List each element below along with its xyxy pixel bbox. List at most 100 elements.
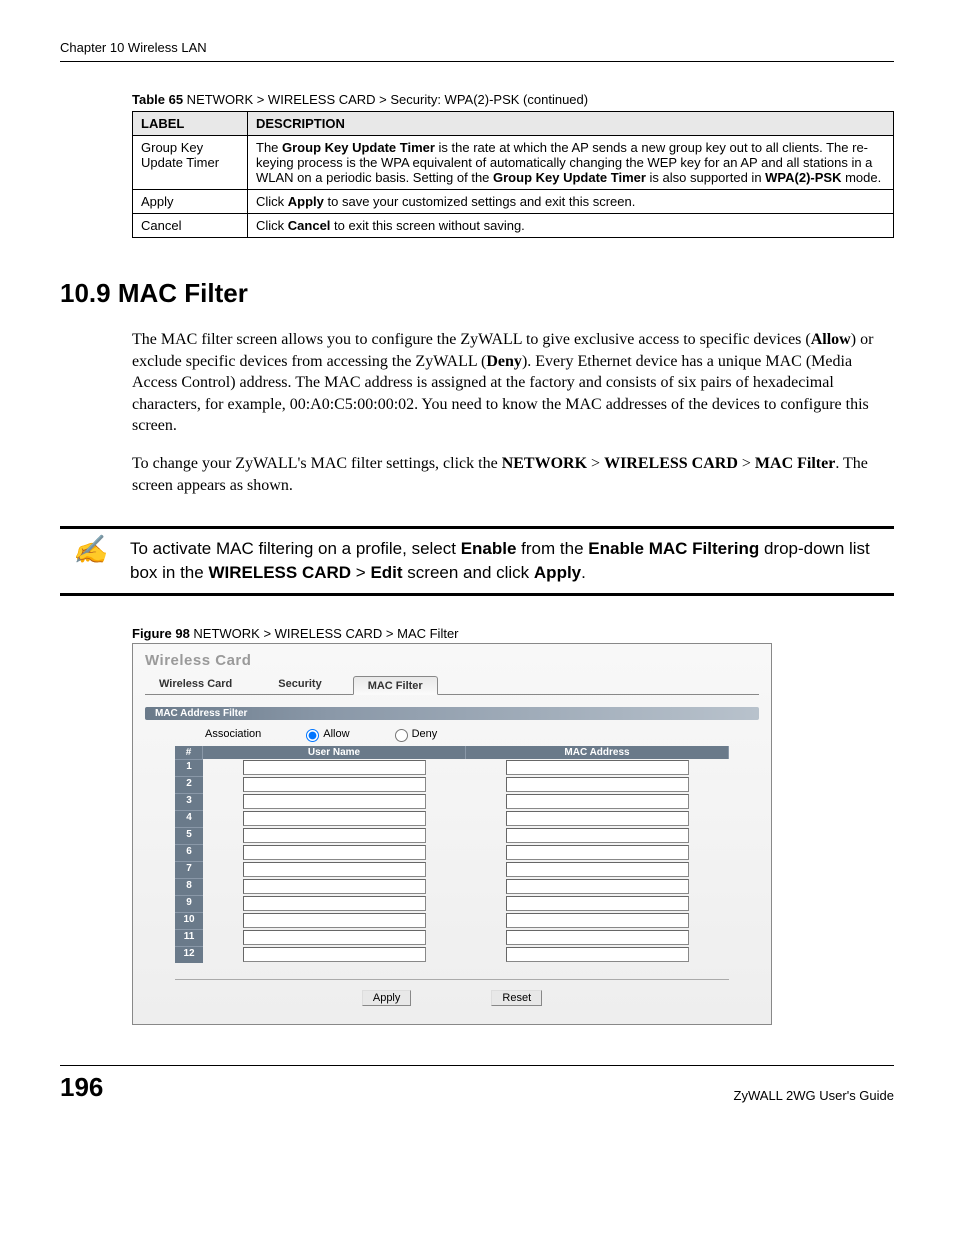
mac-filter-screenshot: Wireless Card Wireless Card Security MAC… bbox=[132, 643, 772, 1025]
mac-input[interactable] bbox=[506, 845, 689, 860]
text: to exit this screen without saving. bbox=[330, 218, 524, 233]
text: The MAC filter screen allows you to conf… bbox=[132, 331, 811, 348]
radio-deny-label: Deny bbox=[412, 728, 438, 740]
grid-header-mac: MAC Address bbox=[466, 746, 729, 759]
text: mode. bbox=[841, 170, 881, 185]
text-bold: WPA(2)-PSK bbox=[765, 170, 841, 185]
mac-input[interactable] bbox=[506, 913, 689, 928]
row-number: 10 bbox=[175, 912, 203, 929]
table-caption: Table 65 NETWORK > WIRELESS CARD > Secur… bbox=[132, 92, 894, 107]
text-bold: Cancel bbox=[288, 218, 331, 233]
table-row: Apply Click Apply to save your customize… bbox=[133, 190, 894, 214]
settings-table: LABEL DESCRIPTION Group Key Update Timer… bbox=[132, 111, 894, 238]
guide-name: ZyWALL 2WG User's Guide bbox=[734, 1088, 894, 1103]
username-input[interactable] bbox=[243, 828, 426, 843]
text-bold: MAC Filter bbox=[755, 455, 835, 472]
text: > bbox=[351, 563, 370, 582]
radio-deny[interactable]: Deny bbox=[390, 726, 438, 742]
note-bar-bottom bbox=[60, 593, 894, 596]
mac-input[interactable] bbox=[506, 828, 689, 843]
table-header-description: DESCRIPTION bbox=[248, 112, 894, 136]
username-input[interactable] bbox=[243, 794, 426, 809]
text-bold: Apply bbox=[288, 194, 324, 209]
tab-security[interactable]: Security bbox=[264, 675, 335, 694]
page-number: 196 bbox=[60, 1072, 103, 1103]
note-block: ✍ To activate MAC filtering on a profile… bbox=[60, 526, 894, 596]
section-bar-mac-address-filter: MAC Address Filter bbox=[145, 707, 759, 720]
tab-mac-filter[interactable]: MAC Filter bbox=[353, 676, 438, 695]
body-paragraph: The MAC filter screen allows you to conf… bbox=[132, 329, 894, 437]
grid-header-num: # bbox=[175, 746, 203, 759]
note-icon: ✍ bbox=[60, 537, 120, 585]
mac-input[interactable] bbox=[506, 896, 689, 911]
username-input[interactable] bbox=[243, 930, 426, 945]
text-bold: Enable MAC Filtering bbox=[588, 539, 759, 558]
tab-bar: Wireless Card Security MAC Filter bbox=[145, 675, 759, 694]
table-cell-label: Cancel bbox=[133, 214, 248, 238]
username-input[interactable] bbox=[243, 760, 426, 775]
divider bbox=[175, 979, 729, 980]
username-input[interactable] bbox=[243, 811, 426, 826]
radio-deny-input[interactable] bbox=[395, 729, 408, 742]
text-bold: Edit bbox=[370, 563, 402, 582]
association-row: Association Allow Deny bbox=[145, 720, 759, 746]
text-bold: Group Key Update Timer bbox=[493, 170, 646, 185]
mac-input[interactable] bbox=[506, 879, 689, 894]
mac-input[interactable] bbox=[506, 947, 689, 962]
chapter-header: Chapter 10 Wireless LAN bbox=[60, 40, 894, 62]
table-cell-label: Apply bbox=[133, 190, 248, 214]
mac-input[interactable] bbox=[506, 760, 689, 775]
mac-input[interactable] bbox=[506, 811, 689, 826]
row-number: 3 bbox=[175, 793, 203, 810]
table-header-row: LABEL DESCRIPTION bbox=[133, 112, 894, 136]
text: is also supported in bbox=[646, 170, 765, 185]
username-input[interactable] bbox=[243, 896, 426, 911]
row-number: 5 bbox=[175, 827, 203, 844]
figure-caption: Figure 98 NETWORK > WIRELESS CARD > MAC … bbox=[132, 626, 894, 641]
username-input[interactable] bbox=[243, 862, 426, 877]
mac-input[interactable] bbox=[506, 777, 689, 792]
table-row: Group Key Update Timer The Group Key Upd… bbox=[133, 136, 894, 190]
mac-filter-grid: # User Name MAC Address 1 2 3 4 5 6 7 8 … bbox=[175, 746, 729, 963]
radio-allow-input[interactable] bbox=[306, 729, 319, 742]
username-input[interactable] bbox=[243, 947, 426, 962]
figure-caption-text: NETWORK > WIRELESS CARD > MAC Filter bbox=[190, 626, 459, 641]
mac-input[interactable] bbox=[506, 862, 689, 877]
row-number: 4 bbox=[175, 810, 203, 827]
row-number: 12 bbox=[175, 946, 203, 963]
text: Click bbox=[256, 194, 288, 209]
table-header-label: LABEL bbox=[133, 112, 248, 136]
text-bold: WIRELESS CARD bbox=[604, 455, 738, 472]
text-bold: Deny bbox=[486, 353, 522, 370]
username-input[interactable] bbox=[243, 845, 426, 860]
text: > bbox=[738, 455, 755, 472]
table-cell-description: Click Apply to save your customized sett… bbox=[248, 190, 894, 214]
table-caption-number: Table 65 bbox=[132, 92, 183, 107]
username-input[interactable] bbox=[243, 777, 426, 792]
text: . bbox=[581, 563, 586, 582]
username-input[interactable] bbox=[243, 913, 426, 928]
mac-input[interactable] bbox=[506, 930, 689, 945]
text: To activate MAC filtering on a profile, … bbox=[130, 539, 461, 558]
text-bold: Group Key Update Timer bbox=[282, 140, 435, 155]
text: The bbox=[256, 140, 282, 155]
mac-input[interactable] bbox=[506, 794, 689, 809]
text: screen and click bbox=[403, 563, 534, 582]
text-bold: Enable bbox=[461, 539, 517, 558]
radio-allow[interactable]: Allow bbox=[301, 726, 349, 742]
grid-header-username: User Name bbox=[203, 746, 466, 759]
reset-button[interactable]: Reset bbox=[491, 990, 542, 1006]
apply-button[interactable]: Apply bbox=[362, 990, 412, 1006]
row-number: 11 bbox=[175, 929, 203, 946]
tab-wireless-card[interactable]: Wireless Card bbox=[145, 675, 246, 694]
username-input[interactable] bbox=[243, 879, 426, 894]
figure-caption-number: Figure 98 bbox=[132, 626, 190, 641]
row-number: 9 bbox=[175, 895, 203, 912]
table-row: Cancel Click Cancel to exit this screen … bbox=[133, 214, 894, 238]
text: to save your customized settings and exi… bbox=[324, 194, 635, 209]
page-footer: 196 ZyWALL 2WG User's Guide bbox=[60, 1065, 894, 1103]
radio-allow-label: Allow bbox=[323, 728, 349, 740]
note-text: To activate MAC filtering on a profile, … bbox=[120, 537, 894, 585]
text: > bbox=[587, 455, 604, 472]
text-bold: Allow bbox=[811, 331, 851, 348]
